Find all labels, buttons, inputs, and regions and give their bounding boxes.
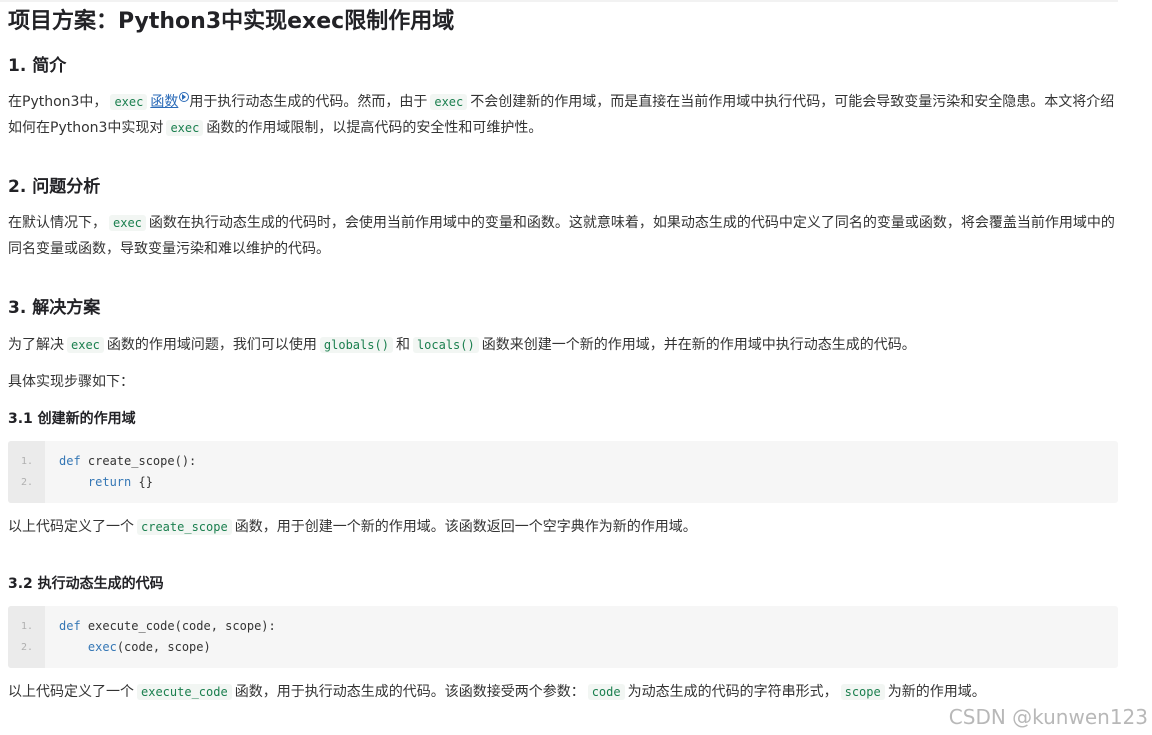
link-arrow-icon[interactable] — [179, 92, 190, 102]
intro-paragraph: 在Python3中， exec 函数 用于执行动态生成的代码。然而，由于 exec 不会创… — [8, 89, 1120, 141]
inline-code: exec — [110, 94, 148, 110]
code-line: def create_scope(): — [59, 454, 196, 468]
text: 函数在执行动态生成的代码时，会使用当前作用域中的变量和函数。这就意味着，如果动态… — [8, 215, 1115, 257]
top-divider — [0, 0, 1118, 2]
text: 函数来创建一个新的作用域，并在新的作用域中执行动态生成的代码。 — [481, 337, 916, 353]
inline-code: exec — [67, 337, 104, 353]
code-text: execute_code(code, scope): — [80, 619, 276, 633]
code-text: {} — [131, 475, 153, 489]
inline-code: exec — [109, 215, 146, 231]
line-number: 1. — [21, 621, 34, 632]
problem-paragraph: 在默认情况下， exec 函数在执行动态生成的代码时，会使用当前作用域中的变量和函数… — [8, 210, 1120, 262]
code-block-create-scope[interactable]: 1. 2. def create_scope(): return {} — [8, 441, 1118, 503]
inline-code: exec — [166, 120, 204, 136]
csdn-watermark: CSDN @kunwen123 — [948, 705, 1148, 729]
text: 在Python3中， — [8, 94, 108, 110]
text: 用于执行动态生成的代码。然而，由于 — [189, 94, 428, 110]
code-keyword: def — [59, 454, 81, 468]
code-line: def execute_code(code, scope): — [59, 619, 276, 633]
inline-code: locals() — [412, 337, 479, 353]
code-builtin: exec — [87, 640, 117, 654]
text: 以上代码定义了一个 — [8, 519, 134, 535]
function-link[interactable]: 函数 — [150, 94, 178, 110]
inline-code: execute_code — [137, 684, 232, 700]
code-text: (code, scope) — [116, 640, 211, 654]
section-heading-problem: 2. 问题分析 — [8, 177, 101, 197]
inline-code: globals() — [319, 337, 393, 353]
text: 函数，用于创建一个新的作用域。该函数返回一个空字典作为新的作用域。 — [234, 519, 697, 535]
text: 和 — [395, 337, 410, 353]
text: 为新的作用域。 — [887, 684, 986, 700]
create-scope-explanation: 以上代码定义了一个 create_scope 函数，用于创建一个新的作用域。该函数返… — [8, 514, 1120, 540]
line-number: 1. — [21, 456, 34, 467]
line-number-gutter — [8, 606, 45, 668]
inline-code: create_scope — [137, 519, 232, 535]
text: 为动态生成的代码的字符串形式， — [627, 684, 838, 700]
solution-paragraph: 为了解决 exec 函数的作用域问题，我们可以使用 globals() 和 locals(… — [8, 332, 1120, 358]
steps-intro: 具体实现步骤如下： — [8, 374, 134, 390]
inline-code: exec — [430, 94, 468, 110]
subsection-heading-execute-code: 3.2 执行动态生成的代码 — [8, 576, 164, 592]
line-number: 2. — [21, 477, 34, 488]
text: 为了解决 — [8, 337, 64, 353]
text: 函数的作用域限制，以提高代码的安全性和可维护性。 — [206, 120, 543, 136]
execute-code-explanation: 以上代码定义了一个 execute_code 函数，用于执行动态生成的代码。该函数接… — [8, 679, 1120, 705]
text: 函数，用于执行动态生成的代码。该函数接受两个参数： — [234, 684, 585, 700]
section-heading-solution: 3. 解决方案 — [8, 298, 101, 318]
subsection-heading-create-scope: 3.1 创建新的作用域 — [8, 411, 136, 427]
inline-code: scope — [840, 684, 885, 700]
line-number-gutter — [8, 441, 45, 503]
code-text: create_scope(): — [80, 454, 197, 468]
section-heading-intro: 1. 简介 — [8, 56, 67, 76]
code-block-execute-code[interactable]: 1. 2. def execute_code(code, scope): exe… — [8, 606, 1118, 668]
code-line: exec(code, scope) — [59, 640, 211, 654]
text: 函数的作用域问题，我们可以使用 — [106, 337, 317, 353]
code-line: return {} — [59, 475, 153, 489]
code-keyword: return — [87, 475, 132, 489]
text: 以上代码定义了一个 — [8, 684, 134, 700]
inline-code: code — [587, 684, 625, 700]
line-number: 2. — [21, 642, 34, 653]
text: 在默认情况下， — [8, 215, 106, 231]
code-keyword: def — [59, 619, 81, 633]
page-title: 项目方案：Python3中实现exec限制作用域 — [8, 9, 455, 34]
